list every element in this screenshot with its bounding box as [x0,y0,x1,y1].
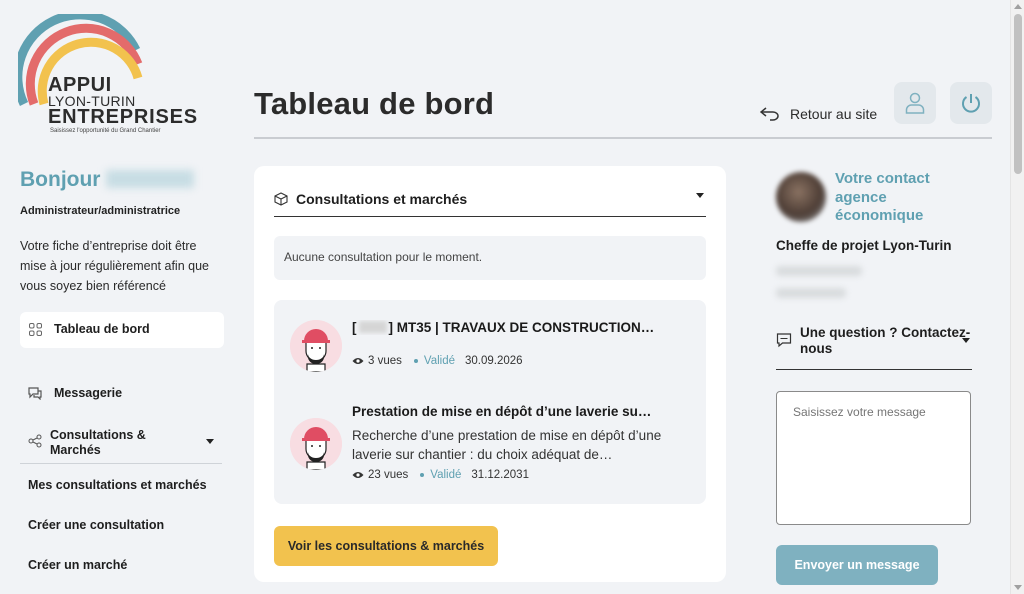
status-badge: Validé [430,469,462,481]
share-icon [28,434,42,448]
sidebar-group-consultations[interactable]: Consultations & Marchés [20,424,222,464]
question-label: Une question ? Contactez-nous [800,325,971,356]
page-scrollbar[interactable] [1010,0,1024,594]
chevron-down-icon [206,439,214,444]
user-icon [905,92,925,114]
redacted-text [358,321,387,333]
scrollbar-thumb[interactable] [1014,14,1022,174]
return-arrow-icon [760,107,779,121]
sidebar-item-label: Messagerie [54,386,123,400]
empty-state: Aucune consultation pour le moment. [274,236,706,280]
scroll-up-arrow-icon[interactable] [1014,4,1022,9]
item-meta: 23 vues Validé 31.12.2031 [352,469,529,481]
profile-update-notice: Votre fiche d’entreprise doit être mise … [20,239,209,293]
list-item[interactable]: [ ] MT35 | TRAVAUX DE CONSTRUCTION… 3 vue… [290,320,690,376]
power-icon [962,94,980,113]
item-meta: 3 vues Validé 30.09.2026 [352,355,523,367]
sidebar-subitem-create-market[interactable]: Créer un marché [28,558,127,572]
status-dot [413,359,418,363]
view-count: 3 vues [368,355,402,367]
scroll-down-arrow-icon[interactable] [1014,585,1022,590]
back-to-site-link[interactable]: Retour au site [760,106,877,122]
item-date: 31.12.2031 [471,469,529,481]
message-textarea[interactable] [776,391,971,525]
app-logo[interactable]: APPUI LYON-TURIN ENTREPRISES Saisissez l… [18,14,198,138]
grid-icon [28,322,42,336]
redacted-username [106,170,195,188]
chevron-down-icon [962,338,970,343]
item-date: 30.09.2026 [465,355,523,367]
redacted-contact-name [776,266,862,276]
item-description: Recherche d’une prestation de mise en dé… [352,428,662,462]
header-divider [254,137,992,139]
item-title-prefix: [ [352,320,357,335]
view-count: 23 vues [368,469,409,481]
view-consultations-button[interactable]: Voir les consultations & marchés [274,526,498,566]
send-message-button[interactable]: Envoyer un message [776,545,938,585]
consultations-card: Consultations et marchés Aucune consulta… [254,166,726,582]
box-icon [274,192,288,206]
contact-avatar [776,172,826,222]
consultation-list: [ ] MT35 | TRAVAUX DE CONSTRUCTION… 3 vue… [274,300,706,504]
section-title: Consultations et marchés [296,191,468,207]
chat-icon [28,386,42,400]
user-role: Administrateur/administratrice [20,205,181,217]
profile-button[interactable] [894,82,936,124]
sidebar-group-label: Consultations & Marchés [50,428,146,457]
status-dot [420,473,425,477]
contact-role: Cheffe de projet Lyon-Turin [776,238,952,253]
logo-line-3: ENTREPRISES [48,106,198,128]
consultations-accordion-header[interactable]: Consultations et marchés [274,182,706,217]
eye-icon [352,358,364,364]
greeting: Bonjour [20,168,195,192]
status-badge: Validé [423,355,456,367]
sidebar-subitem-my-consultations[interactable]: Mes consultations et marchés [28,478,207,492]
redacted-contact-phone [776,288,846,298]
logout-button[interactable] [950,82,992,124]
eye-icon [352,472,364,478]
greeting-text: Bonjour [20,168,101,191]
item-title: Prestation de mise en dépôt d’une laveri… [352,404,652,419]
item-title-text: ] MT35 | TRAVAUX DE CONSTRUCTION… [388,320,655,335]
page-title: Tableau de bord [254,86,495,121]
contact-question-accordion[interactable]: Une question ? Contactez-nous [776,322,972,370]
sidebar-item-messaging[interactable]: Messagerie [28,386,122,400]
worker-avatar-icon [290,418,342,470]
contact-title: Votre contact agence économique [835,170,930,224]
chevron-down-icon [696,193,704,198]
item-title: [ ] MT35 | TRAVAUX DE CONSTRUCTION… [352,320,682,335]
logo-tagline: Saisissez l'opportunité du Grand Chantie… [50,128,161,134]
worker-avatar-icon [290,320,342,372]
sidebar-item-dashboard[interactable]: Tableau de bord [28,322,150,336]
sidebar-subitem-create-consultation[interactable]: Créer une consultation [28,518,164,532]
sidebar-item-label: Tableau de bord [54,322,150,336]
chat-bubble-icon [776,333,792,348]
back-link-label: Retour au site [790,106,878,122]
list-item[interactable]: Prestation de mise en dépôt d’une laveri… [290,404,690,488]
